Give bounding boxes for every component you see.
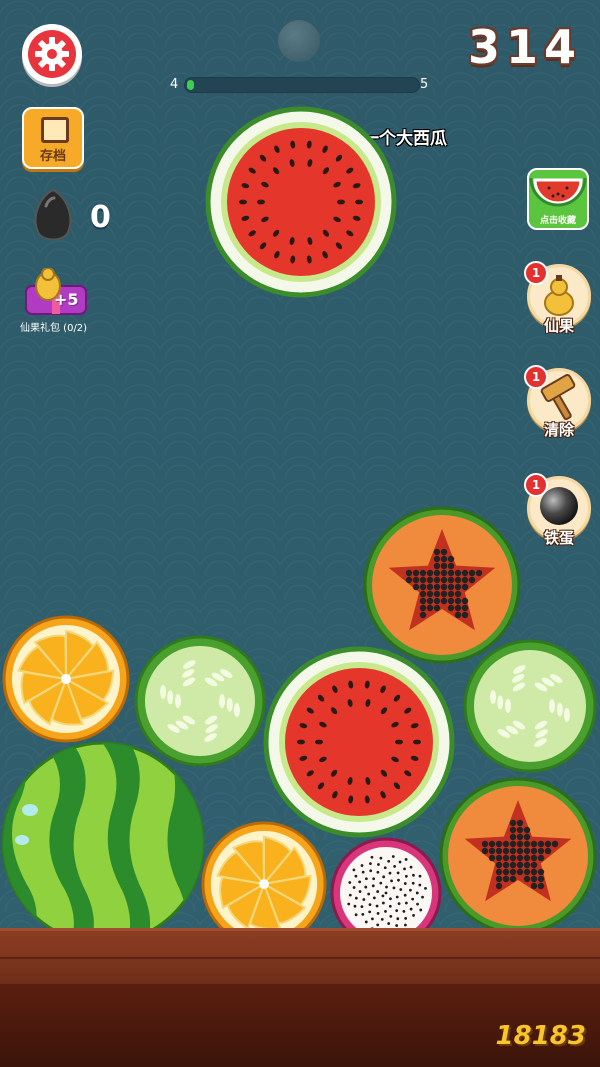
save-icon bbox=[41, 117, 69, 143]
tool-badge: 1 bbox=[524, 261, 548, 285]
tool-badge: 1 bbox=[524, 473, 548, 497]
gift-label: 仙果礼包 (0/2) bbox=[20, 323, 88, 334]
fruit-orange bbox=[2, 615, 130, 743]
collect-button[interactable]: 点击收藏 bbox=[527, 168, 589, 230]
level-next: 5 bbox=[420, 77, 429, 92]
seed-count: 0 bbox=[90, 200, 111, 235]
tool-hammer[interactable]: 1 清除 bbox=[524, 365, 591, 439]
tool-label: 仙果 bbox=[543, 317, 574, 335]
save-label: 存档 bbox=[39, 149, 66, 164]
level-current: 4 bbox=[170, 77, 179, 92]
save-button[interactable]: 存档 bbox=[22, 107, 84, 169]
seed-icon bbox=[34, 188, 72, 241]
collect-label: 点击收藏 bbox=[539, 216, 576, 226]
watermark-logo: 18183 bbox=[495, 1021, 586, 1051]
level-progress-bar bbox=[184, 77, 420, 93]
fruit-watermelon-slice bbox=[263, 646, 455, 838]
watermelon-icon bbox=[529, 177, 587, 207]
tool-iron-ball[interactable]: 1 铁蛋 bbox=[524, 473, 591, 547]
tool-label: 铁蛋 bbox=[543, 529, 574, 547]
tool-gourd[interactable]: 1 仙果 bbox=[524, 261, 591, 335]
tool-badge: 1 bbox=[524, 365, 548, 389]
fruit-whole-watermelon bbox=[1, 741, 205, 945]
level-progress-fill bbox=[187, 80, 194, 90]
settings-button[interactable] bbox=[22, 24, 82, 84]
score-display: 314 bbox=[467, 20, 582, 74]
gear-icon bbox=[35, 37, 69, 71]
drop-indicator bbox=[278, 20, 320, 62]
fruit-cucumber bbox=[463, 639, 597, 773]
gift-plus-count: +5 bbox=[54, 290, 79, 309]
tool-label: 清除 bbox=[543, 421, 574, 439]
fruit-papaya bbox=[439, 777, 597, 935]
table-surface bbox=[0, 928, 600, 987]
held-watermelon-slice[interactable] bbox=[205, 106, 397, 298]
